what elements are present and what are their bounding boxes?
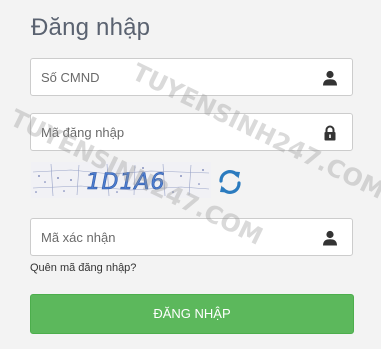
page-title: Đăng nhập	[31, 14, 151, 41]
captcha-image: 1D1A6	[31, 162, 211, 198]
refresh-icon[interactable]	[216, 168, 244, 196]
captcha-input[interactable]	[31, 219, 311, 255]
lock-icon	[322, 125, 338, 141]
forgot-password-link[interactable]: Quên mã đăng nhập?	[30, 262, 136, 274]
cmnd-input[interactable]	[31, 59, 311, 95]
captcha-field-wrapper	[30, 218, 353, 256]
login-button[interactable]: ĐĂNG NHẬP	[30, 294, 354, 334]
user-icon	[322, 230, 338, 246]
captcha-text: 1D1A6	[87, 170, 166, 195]
password-field-wrapper	[30, 113, 353, 151]
user-icon	[322, 70, 338, 86]
cmnd-field-wrapper	[30, 58, 353, 96]
password-input[interactable]	[31, 114, 311, 150]
